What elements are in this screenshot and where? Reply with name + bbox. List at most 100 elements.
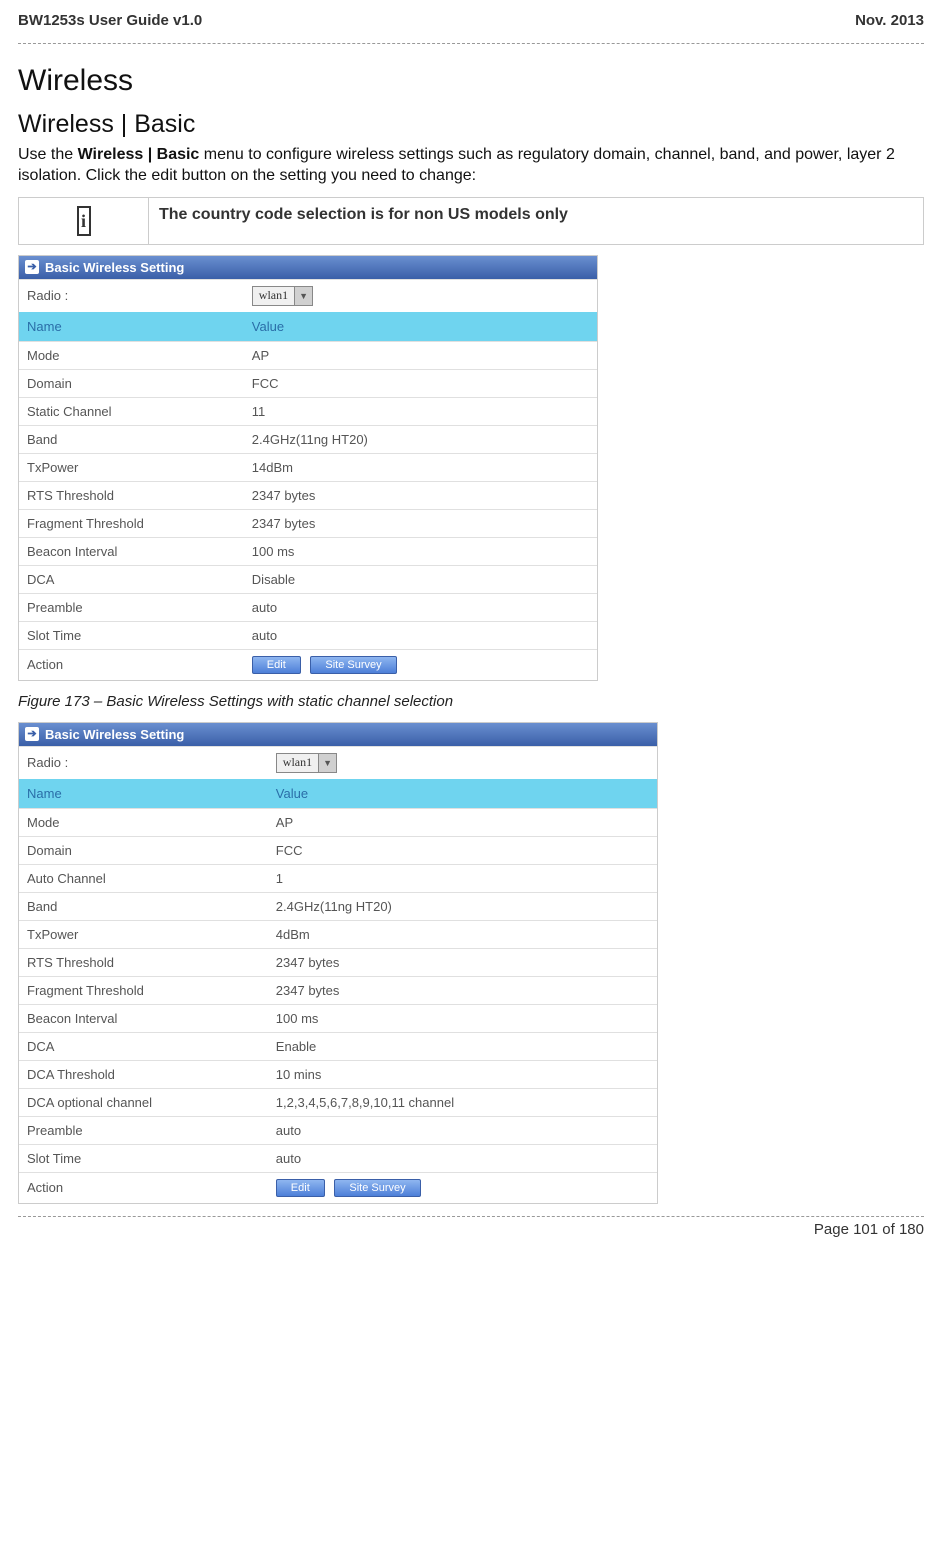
- row-value: Enable: [276, 1039, 649, 1054]
- row-value: auto: [276, 1123, 649, 1138]
- site-survey-button[interactable]: Site Survey: [334, 1179, 420, 1197]
- doc-title: BW1253s User Guide v1.0: [18, 12, 202, 29]
- table-row: DCA Threshold10 mins: [19, 1060, 657, 1088]
- col-name: Name: [27, 319, 252, 334]
- table-header: Name Value: [19, 779, 657, 808]
- row-name: Band: [27, 432, 252, 447]
- row-name: DCA optional channel: [27, 1095, 276, 1110]
- row-name: Domain: [27, 376, 252, 391]
- panel-title: ➔ Basic Wireless Setting: [19, 723, 657, 746]
- row-name: DCA Threshold: [27, 1067, 276, 1082]
- heading-wireless-basic: Wireless | Basic: [18, 110, 924, 139]
- table-row: Band2.4GHz(11ng HT20): [19, 425, 597, 453]
- row-value: 2347 bytes: [252, 488, 589, 503]
- row-name: TxPower: [27, 927, 276, 942]
- table-row: Auto Channel1: [19, 864, 657, 892]
- table-row: Preambleauto: [19, 1116, 657, 1144]
- radio-label: Radio :: [27, 755, 276, 770]
- info-icon: i: [77, 206, 91, 236]
- table-row: Fragment Threshold2347 bytes: [19, 509, 597, 537]
- radio-row: Radio : wlan1 ▼: [19, 746, 657, 779]
- row-name: Band: [27, 899, 276, 914]
- basic-wireless-panel-1: ➔ Basic Wireless Setting Radio : wlan1 ▼…: [18, 255, 598, 681]
- row-name: Static Channel: [27, 404, 252, 419]
- row-value: AP: [252, 348, 589, 363]
- radio-select[interactable]: wlan1 ▼: [276, 753, 337, 773]
- row-name: Auto Channel: [27, 871, 276, 886]
- row-name: Fragment Threshold: [27, 983, 276, 998]
- row-value: 2.4GHz(11ng HT20): [252, 432, 589, 447]
- chevron-down-icon: ▼: [318, 754, 336, 772]
- action-row: Action Edit Site Survey: [19, 1172, 657, 1203]
- table-row: ModeAP: [19, 341, 597, 369]
- intro-paragraph: Use the Wireless | Basic menu to configu…: [18, 145, 924, 187]
- table-row: Fragment Threshold2347 bytes: [19, 976, 657, 1004]
- row-value: AP: [276, 815, 649, 830]
- page-header: BW1253s User Guide v1.0 Nov. 2013: [18, 12, 924, 29]
- row-value: 100 ms: [252, 544, 589, 559]
- row-value: 11: [252, 404, 589, 419]
- row-value: 1,2,3,4,5,6,7,8,9,10,11 channel: [276, 1095, 649, 1110]
- row-value: 1: [276, 871, 649, 886]
- row-name: DCA: [27, 572, 252, 587]
- row-value: 10 mins: [276, 1067, 649, 1082]
- row-name: Preamble: [27, 1123, 276, 1138]
- header-divider: [18, 43, 924, 44]
- basic-wireless-panel-2: ➔ Basic Wireless Setting Radio : wlan1 ▼…: [18, 722, 658, 1204]
- table-row: Beacon Interval100 ms: [19, 1004, 657, 1032]
- table-row: DCADisable: [19, 565, 597, 593]
- intro-prefix: Use the: [18, 146, 78, 163]
- row-value: 2347 bytes: [276, 955, 649, 970]
- site-survey-button[interactable]: Site Survey: [310, 656, 396, 674]
- panel-title-text: Basic Wireless Setting: [45, 727, 184, 742]
- action-row: Action Edit Site Survey: [19, 649, 597, 680]
- row-name: Mode: [27, 348, 252, 363]
- page-footer: Page 101 of 180: [18, 1216, 924, 1238]
- table-row: Static Channel11: [19, 397, 597, 425]
- row-value: 100 ms: [276, 1011, 649, 1026]
- table-row: DomainFCC: [19, 836, 657, 864]
- table-row: TxPower4dBm: [19, 920, 657, 948]
- table-row: Preambleauto: [19, 593, 597, 621]
- doc-date: Nov. 2013: [855, 12, 924, 29]
- row-value: Disable: [252, 572, 589, 587]
- radio-select-value: wlan1: [253, 288, 294, 303]
- intro-bold: Wireless | Basic: [78, 146, 200, 163]
- action-label: Action: [27, 1180, 276, 1195]
- collapse-icon[interactable]: ➔: [25, 727, 39, 741]
- table-row: Slot Timeauto: [19, 1144, 657, 1172]
- row-name: Preamble: [27, 600, 252, 615]
- table-row: TxPower14dBm: [19, 453, 597, 481]
- note-icon-cell: i: [19, 198, 149, 244]
- radio-select[interactable]: wlan1 ▼: [252, 286, 313, 306]
- chevron-down-icon: ▼: [294, 287, 312, 305]
- col-value: Value: [276, 786, 649, 801]
- radio-select-value: wlan1: [277, 755, 318, 770]
- heading-wireless: Wireless: [18, 64, 924, 98]
- collapse-icon[interactable]: ➔: [25, 260, 39, 274]
- action-label: Action: [27, 657, 252, 672]
- row-value: 2347 bytes: [252, 516, 589, 531]
- row-value: auto: [252, 600, 589, 615]
- note-text: The country code selection is for non US…: [149, 198, 923, 244]
- table-row: DCA optional channel1,2,3,4,5,6,7,8,9,10…: [19, 1088, 657, 1116]
- row-value: 4dBm: [276, 927, 649, 942]
- row-name: Beacon Interval: [27, 544, 252, 559]
- row-name: RTS Threshold: [27, 955, 276, 970]
- figure-caption: Figure 173 – Basic Wireless Settings wit…: [18, 693, 924, 710]
- row-value: auto: [276, 1151, 649, 1166]
- row-name: RTS Threshold: [27, 488, 252, 503]
- table-row: RTS Threshold2347 bytes: [19, 481, 597, 509]
- row-name: Domain: [27, 843, 276, 858]
- edit-button[interactable]: Edit: [276, 1179, 325, 1197]
- table-row: Slot Timeauto: [19, 621, 597, 649]
- note-box: i The country code selection is for non …: [18, 197, 924, 245]
- row-name: Slot Time: [27, 628, 252, 643]
- row-value: 2.4GHz(11ng HT20): [276, 899, 649, 914]
- edit-button[interactable]: Edit: [252, 656, 301, 674]
- radio-row: Radio : wlan1 ▼: [19, 279, 597, 312]
- col-name: Name: [27, 786, 276, 801]
- row-value: 2347 bytes: [276, 983, 649, 998]
- table-row: DCAEnable: [19, 1032, 657, 1060]
- table-row: ModeAP: [19, 808, 657, 836]
